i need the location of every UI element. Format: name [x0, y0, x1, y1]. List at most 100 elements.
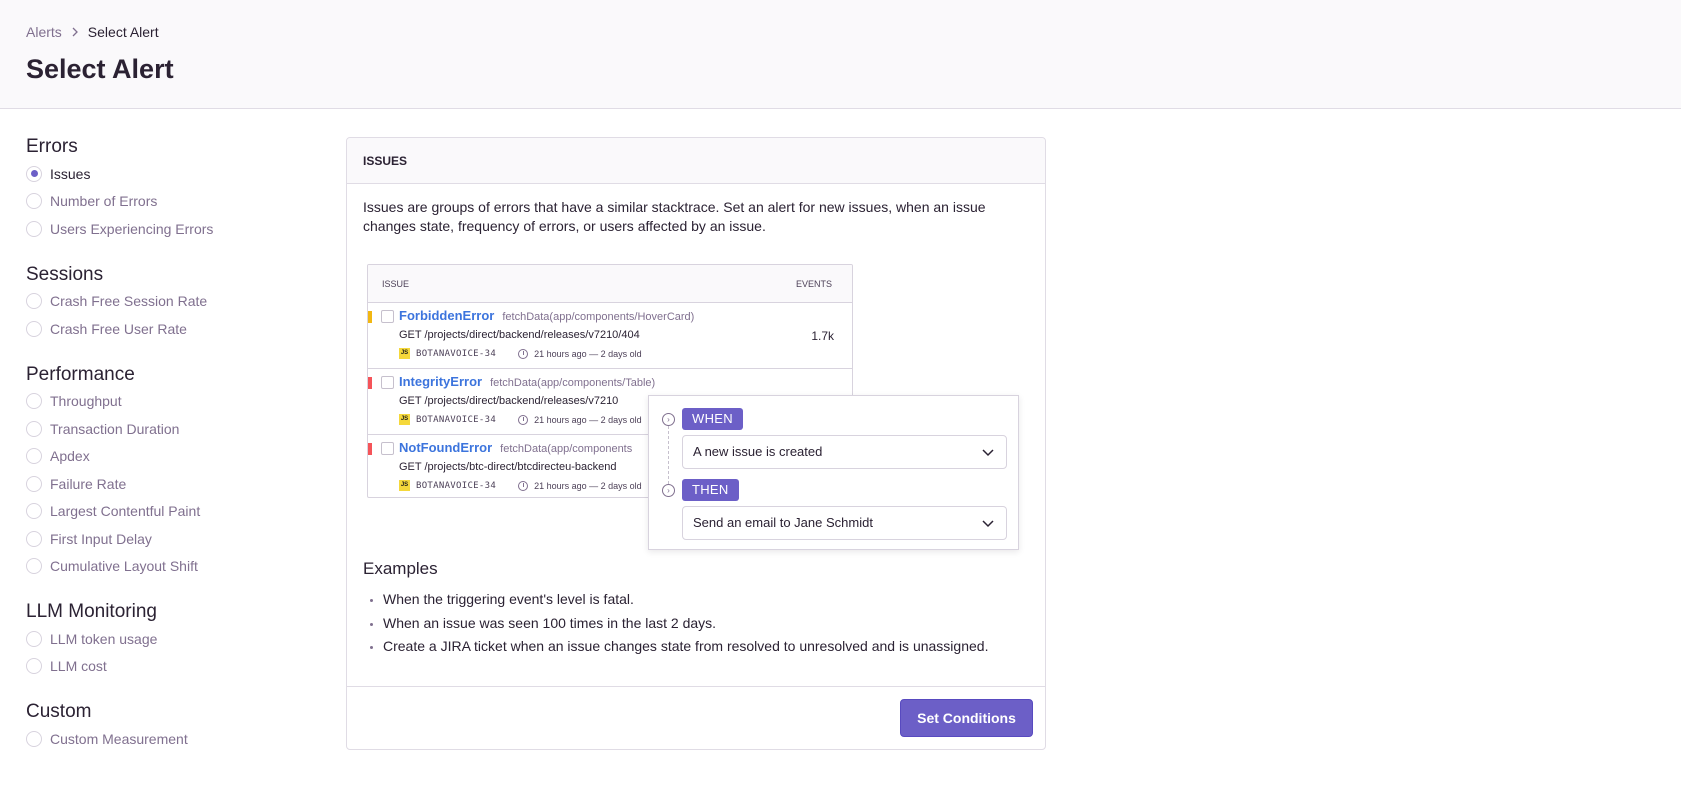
issue-time: 21 hours ago — 2 days old: [534, 414, 642, 425]
issue-culprit: fetchData(app/components/Table): [490, 377, 656, 389]
radio-icon[interactable]: [26, 558, 42, 575]
option-label: Cumulative Layout Shift: [50, 558, 198, 575]
radio-icon[interactable]: [26, 475, 42, 492]
group-title: Custom: [26, 701, 92, 722]
issue-time: 21 hours ago — 2 days old: [534, 480, 642, 491]
then-select-value: Send an email to Jane Schmidt: [693, 515, 873, 530]
checkbox-icon: [381, 376, 394, 389]
radio-icon[interactable]: [26, 530, 42, 547]
radio-icon[interactable]: [26, 420, 42, 437]
examples-title: Examples: [363, 559, 438, 578]
option-label: Custom Measurement: [50, 730, 188, 747]
option-label: LLM cost: [50, 658, 107, 675]
issue-title-text: ForbiddenError: [399, 308, 495, 323]
option-label: Issues: [50, 165, 91, 182]
issue-meta: JS BOTANAVOICE-34 21 hours ago — 2 days …: [399, 348, 642, 359]
step-icon: ›: [662, 484, 675, 497]
option-users-experiencing-errors[interactable]: Users Experiencing Errors: [26, 215, 316, 243]
js-platform-icon: JS: [399, 348, 410, 359]
group-llm-monitoring: LLM Monitoring LLM token usage LLM cost: [26, 599, 316, 680]
option-label: Throughput: [50, 393, 122, 410]
when-select: A new issue is created: [682, 435, 1007, 469]
option-label: Largest Contentful Paint: [50, 503, 201, 520]
chevron-down-icon: [982, 520, 994, 528]
option-crash-free-user-rate[interactable]: Crash Free User Rate: [26, 315, 316, 343]
option-crash-free-session-rate[interactable]: Crash Free Session Rate: [26, 288, 316, 316]
issue-title-text: IntegrityError: [399, 374, 483, 389]
radio-icon[interactable]: [26, 293, 42, 310]
alert-detail-panel: ISSUES Issues are groups of errors that …: [346, 137, 1046, 750]
then-label: THEN: [682, 479, 739, 501]
group-title: LLM Monitoring: [26, 601, 157, 622]
radio-checked-icon[interactable]: [26, 165, 42, 182]
group-sessions: Sessions Crash Free Session Rate Crash F…: [26, 262, 316, 343]
option-llm-cost[interactable]: LLM cost: [26, 653, 316, 681]
group-performance: Performance Throughput Transaction Durat…: [26, 362, 316, 581]
issue-short-id: BOTANAVOICE-34: [416, 480, 497, 491]
then-select: Send an email to Jane Schmidt: [682, 506, 1007, 540]
issue-row: ForbiddenError fetchData(app/components/H…: [368, 303, 852, 369]
examples-list: When the triggering event's level is fat…: [363, 588, 988, 659]
option-number-of-errors[interactable]: Number of Errors: [26, 188, 316, 216]
alert-type-sidebar: Errors Issues Number of Errors Users Exp…: [26, 134, 316, 753]
issue-title-text: NotFoundError: [399, 440, 493, 455]
issue-culprit: fetchData(app/components: [500, 443, 633, 455]
option-transaction-duration[interactable]: Transaction Duration: [26, 415, 316, 443]
radio-icon[interactable]: [26, 503, 42, 520]
illustration-table-header: ISSUE EVENTS: [368, 265, 852, 303]
issue-short-id: BOTANAVOICE-34: [416, 348, 497, 359]
option-label: Number of Errors: [50, 193, 158, 210]
example-item: Create a JIRA ticket when an issue chang…: [383, 635, 988, 659]
option-apdex[interactable]: Apdex: [26, 443, 316, 471]
radio-icon[interactable]: [26, 730, 42, 747]
panel-description: Issues are groups of errors that have a …: [363, 199, 986, 234]
group-title: Sessions: [26, 263, 104, 285]
chevron-right-icon: [71, 25, 79, 40]
page-title: Select Alert: [26, 54, 174, 84]
issue-meta: JS BOTANAVOICE-34 21 hours ago — 2 days …: [399, 480, 642, 491]
option-failure-rate[interactable]: Failure Rate: [26, 470, 316, 498]
issue-message: GET /projects/direct/backend/releases/v7…: [399, 329, 640, 341]
option-label: Users Experiencing Errors: [50, 220, 214, 237]
option-label: Apdex: [50, 448, 90, 465]
step-icon: ›: [662, 413, 675, 426]
when-select-value: A new issue is created: [693, 444, 823, 459]
option-label: Crash Free Session Rate: [50, 293, 208, 310]
option-label: Failure Rate: [50, 475, 127, 492]
example-item: When an issue was seen 100 times in the …: [383, 612, 988, 636]
level-indicator: [368, 311, 372, 323]
radio-icon[interactable]: [26, 393, 42, 410]
level-indicator: [368, 377, 372, 389]
radio-icon[interactable]: [26, 658, 42, 675]
issue-message: GET /projects/btc-direct/btcdirecteu-bac…: [399, 461, 617, 473]
option-issues[interactable]: Issues: [26, 160, 316, 188]
option-cumulative-layout-shift[interactable]: Cumulative Layout Shift: [26, 553, 316, 581]
radio-icon[interactable]: [26, 320, 42, 337]
radio-icon[interactable]: [26, 220, 42, 237]
js-platform-icon: JS: [399, 480, 410, 491]
option-first-input-delay[interactable]: First Input Delay: [26, 525, 316, 553]
step-connector: [668, 426, 669, 484]
option-throughput[interactable]: Throughput: [26, 388, 316, 416]
radio-icon[interactable]: [26, 193, 42, 210]
option-label: Transaction Duration: [50, 420, 180, 437]
panel-footer: Set Conditions: [347, 686, 1045, 749]
clock-icon: [518, 348, 529, 359]
page-header: Alerts Select Alert Select Alert: [0, 0, 1681, 109]
column-events: EVENTS: [795, 279, 832, 289]
radio-icon[interactable]: [26, 448, 42, 465]
group-errors: Errors Issues Number of Errors Users Exp…: [26, 134, 316, 243]
option-custom-measurement[interactable]: Custom Measurement: [26, 725, 316, 753]
set-conditions-button[interactable]: Set Conditions: [900, 699, 1033, 737]
js-platform-icon: JS: [399, 414, 410, 425]
when-then-illustration: › WHEN A new issue is created › THEN Sen…: [648, 395, 1019, 550]
option-largest-contentful-paint[interactable]: Largest Contentful Paint: [26, 498, 316, 526]
issue-meta: JS BOTANAVOICE-34 21 hours ago — 2 days …: [399, 414, 642, 425]
option-llm-token-usage[interactable]: LLM token usage: [26, 625, 316, 653]
breadcrumb-alerts-link[interactable]: Alerts: [26, 24, 62, 40]
level-indicator: [368, 443, 372, 455]
radio-icon[interactable]: [26, 630, 42, 647]
column-issue: ISSUE: [382, 279, 410, 289]
option-label: First Input Delay: [50, 530, 152, 547]
issue-title: IntegrityError fetchData(app/components/T…: [399, 374, 655, 389]
